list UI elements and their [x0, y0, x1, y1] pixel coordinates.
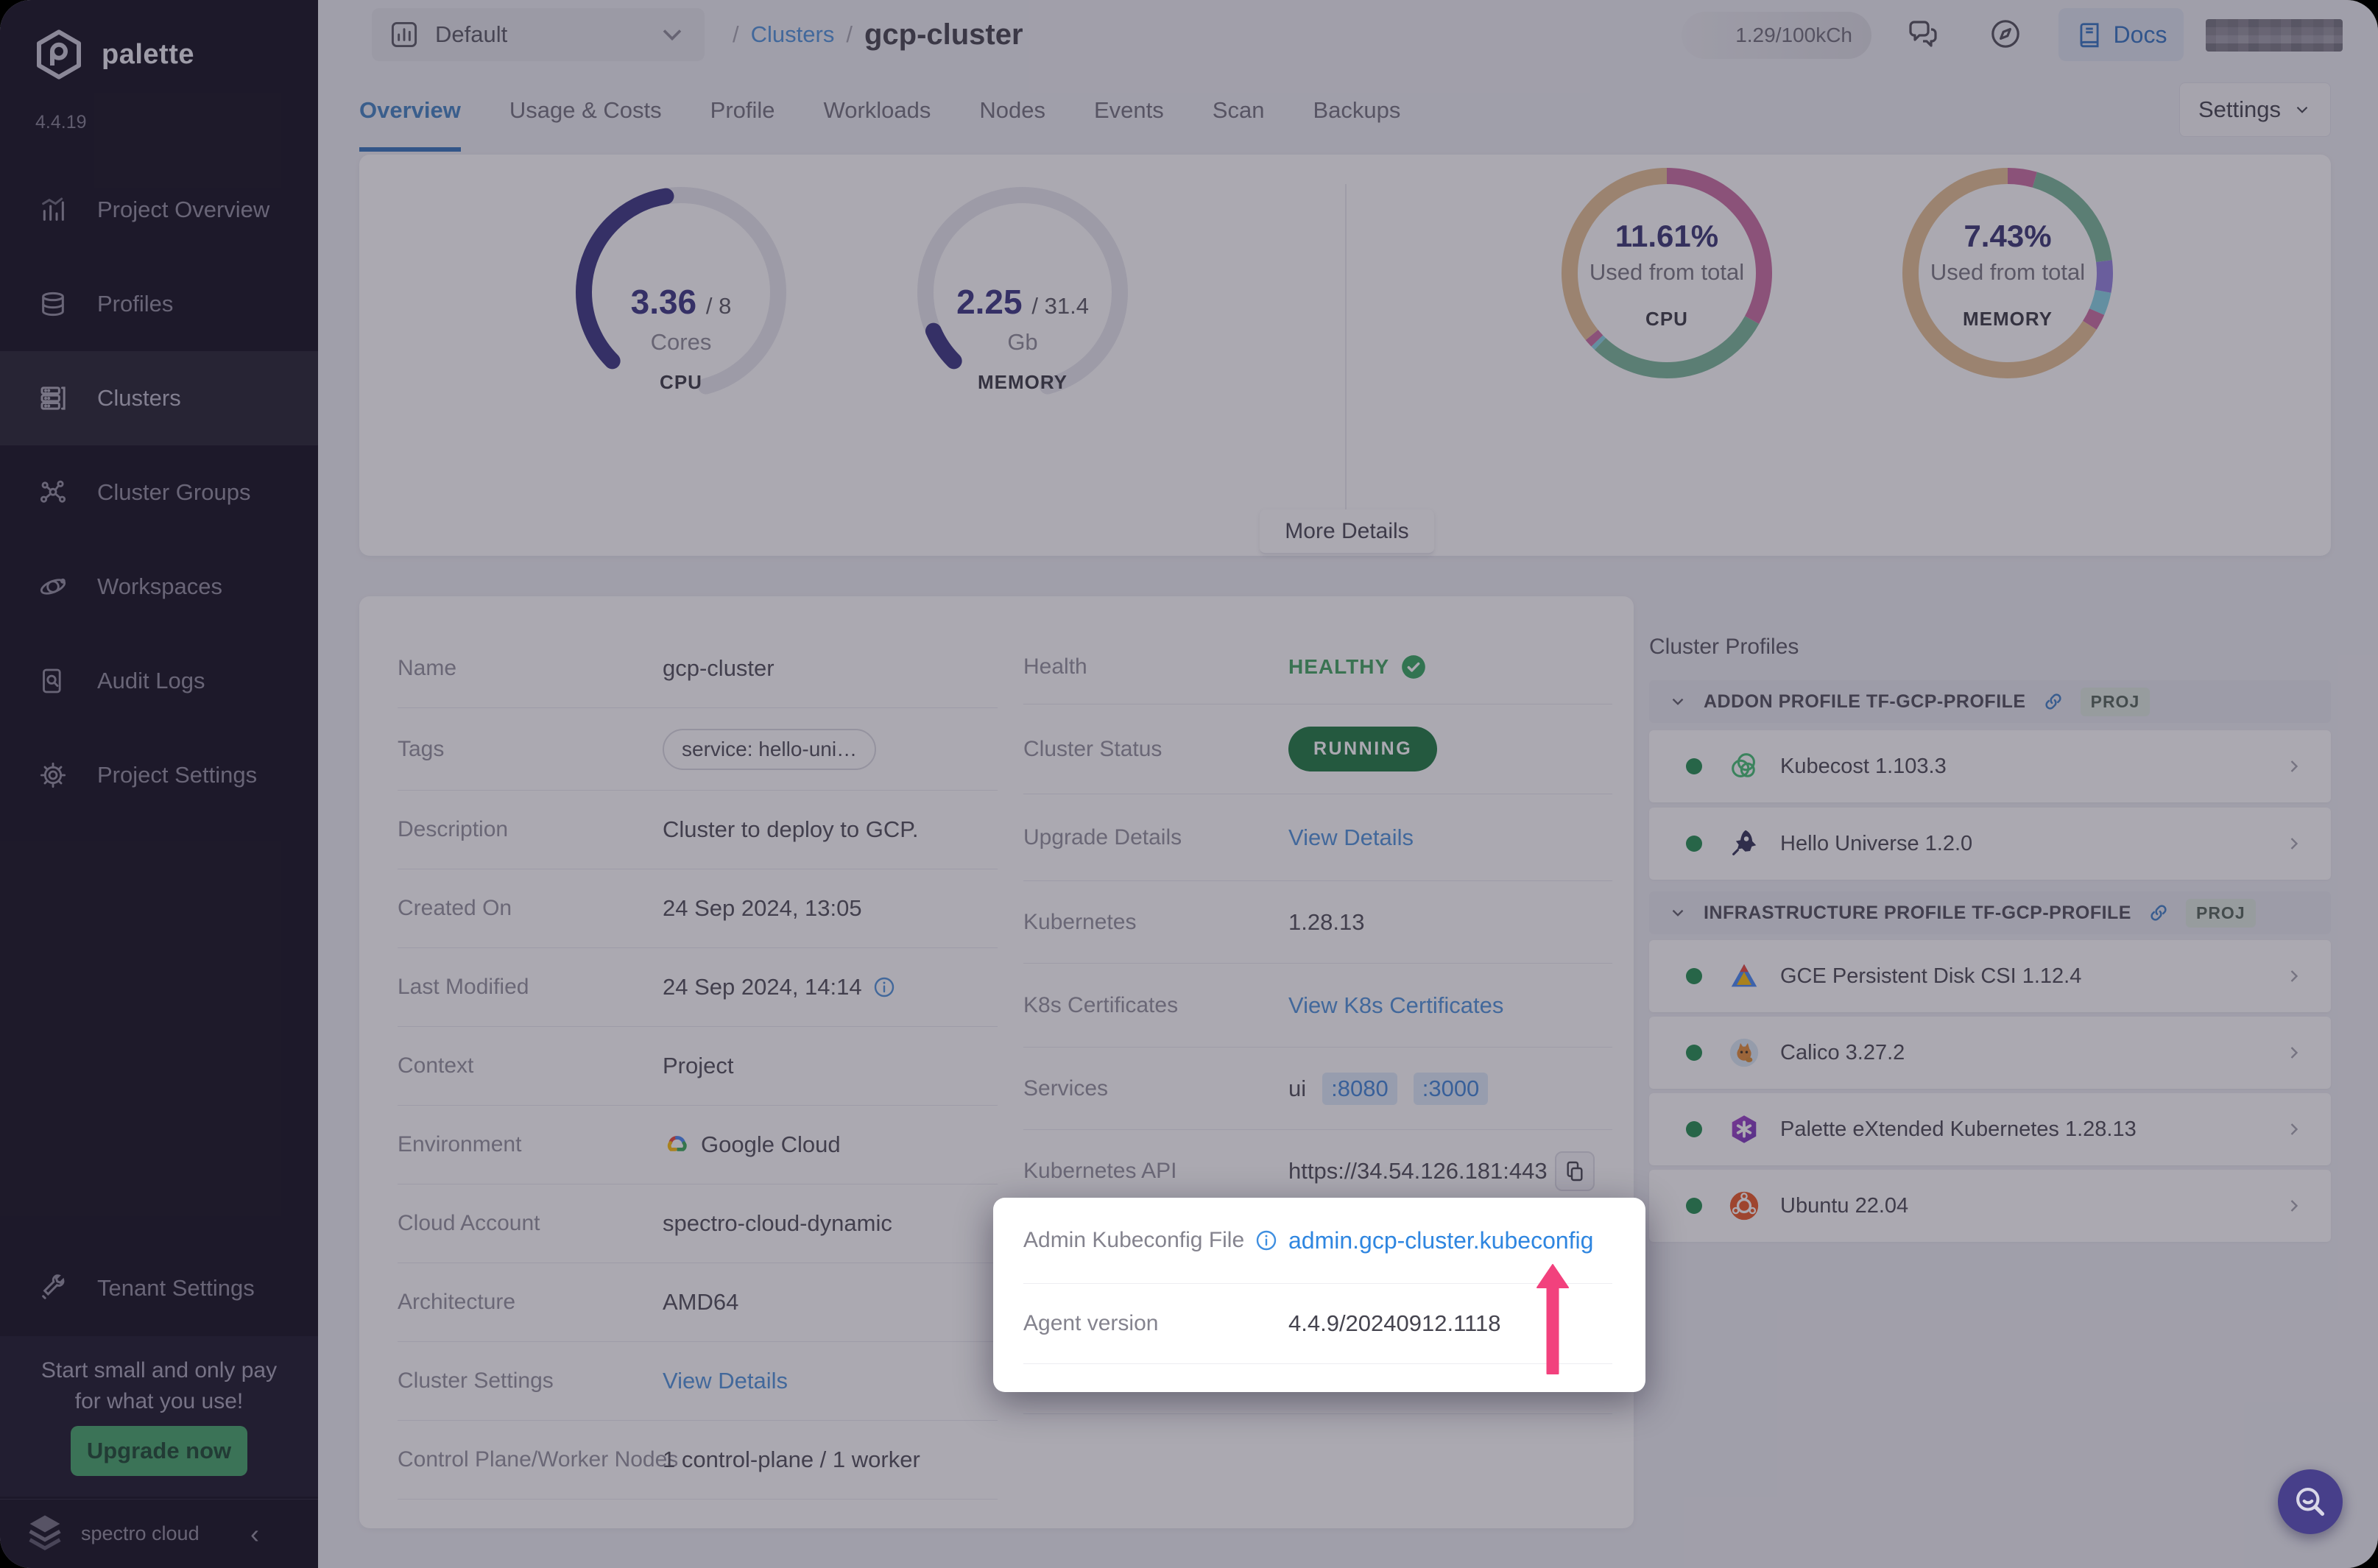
agent-version-value: 4.4.9/20240912.1118 — [1288, 1310, 1500, 1337]
app-window: palette 4.4.19 Project Overview Profiles — [0, 0, 2378, 1568]
search-icon — [2291, 1483, 2329, 1521]
admin-kubeconfig-label: Admin Kubeconfig File — [1023, 1228, 1244, 1253]
tour-arrow-up — [1536, 1263, 1570, 1375]
agent-version-label: Agent version — [1023, 1311, 1288, 1336]
card-divider — [1023, 1363, 1612, 1364]
info-icon[interactable] — [1255, 1229, 1278, 1252]
search-fab-button[interactable] — [2278, 1469, 2343, 1534]
admin-kubeconfig-download-link[interactable]: admin.gcp-cluster.kubeconfig — [1288, 1227, 1593, 1254]
